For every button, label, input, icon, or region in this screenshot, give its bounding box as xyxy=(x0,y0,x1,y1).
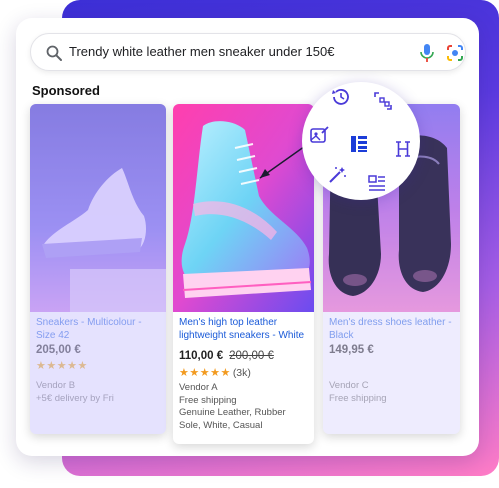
search-bar[interactable]: Trendy white leather men sneaker under 1… xyxy=(30,33,466,71)
product-title-line[interactable]: Sneakers - Multicolour - xyxy=(36,316,142,329)
microphone-icon[interactable] xyxy=(418,43,436,63)
product-card-sneakers-multicolour[interactable]: Sneakers - Multicolour - Size 42 205,00 … xyxy=(30,104,166,434)
product-title[interactable]: Men's dress shoes leather - Black xyxy=(329,316,452,342)
vendor-info: Vendor C Free shipping xyxy=(329,380,387,405)
product-detail: Sole, White, Casual xyxy=(179,419,263,431)
grid-scan-icon[interactable] xyxy=(372,90,394,112)
magic-wand-icon[interactable] xyxy=(326,164,348,186)
vendor-info: Vendor B +5€ delivery by Fri xyxy=(36,380,114,405)
camera-lens-icon[interactable] xyxy=(445,43,465,63)
tool-wheel xyxy=(302,82,420,200)
rating-stars: ★★★★★ xyxy=(36,360,88,372)
delivery-info: Free shipping xyxy=(329,392,387,404)
delivery-info: Free shipping xyxy=(179,394,237,406)
search-results-card: Trendy white leather men sneaker under 1… xyxy=(16,18,479,456)
delivery-info: +5€ delivery by Fri xyxy=(36,392,114,404)
rating-count: (3k) xyxy=(232,367,251,379)
text-layout-icon[interactable] xyxy=(366,172,388,194)
product-price: 149,95 € xyxy=(329,344,374,356)
product-title[interactable]: Sneakers - Multicolour - Size 42 xyxy=(36,316,142,342)
product-title-line[interactable]: lightweight sneakers - White xyxy=(179,329,304,342)
product-price: 110,00 € 200,00 € xyxy=(179,350,274,362)
history-icon[interactable] xyxy=(330,86,352,108)
rating-stars: ★★★★★ (3k) xyxy=(179,366,251,379)
product-title-line[interactable]: Size 42 xyxy=(36,329,142,342)
star-glyphs: ★★★★★ xyxy=(179,367,231,379)
product-title[interactable]: Men's high top leather lightweight sneak… xyxy=(179,316,304,342)
sponsored-label: Sponsored xyxy=(32,83,100,98)
search-icon[interactable] xyxy=(45,44,63,62)
search-input[interactable]: Trendy white leather men sneaker under 1… xyxy=(69,44,334,59)
vendor-name: Vendor B xyxy=(36,380,76,391)
product-image-high-top-sneaker[interactable] xyxy=(173,104,314,312)
vendor-name: Vendor A xyxy=(179,382,218,393)
image-edit-icon[interactable] xyxy=(308,124,330,146)
product-title-line[interactable]: Men's high top leather xyxy=(179,316,304,329)
product-price: 205,00 € xyxy=(36,344,81,356)
product-title-line[interactable]: Black xyxy=(329,329,452,342)
product-image-sneaker-multicolour[interactable] xyxy=(30,104,166,312)
vendor-info: Vendor A Free shipping Genuine Leather, … xyxy=(179,382,286,432)
vendor-name: Vendor C xyxy=(329,380,369,391)
heading-icon[interactable] xyxy=(392,138,414,160)
sale-price: 110,00 € xyxy=(179,350,224,362)
layout-select-icon[interactable] xyxy=(348,133,370,155)
product-detail: Genuine Leather, Rubber xyxy=(179,407,286,418)
original-price: 200,00 € xyxy=(229,350,274,362)
product-title-line[interactable]: Men's dress shoes leather - xyxy=(329,316,452,329)
